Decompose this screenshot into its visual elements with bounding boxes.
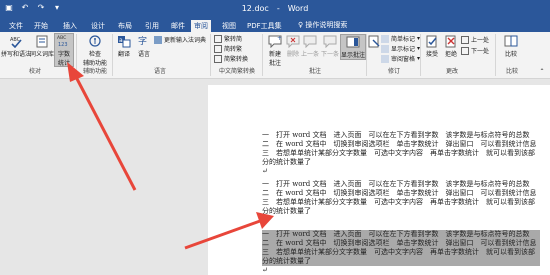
arrow-to-selection bbox=[184, 212, 274, 250]
annotation-arrows bbox=[67, 62, 274, 250]
arrow-to-word-count bbox=[67, 62, 137, 191]
word-window: ▣ ↶ ↷ ▾ 12.doc - Word 文件 开始 插入 设计 布局 引用 邮件… bbox=[0, 0, 550, 275]
